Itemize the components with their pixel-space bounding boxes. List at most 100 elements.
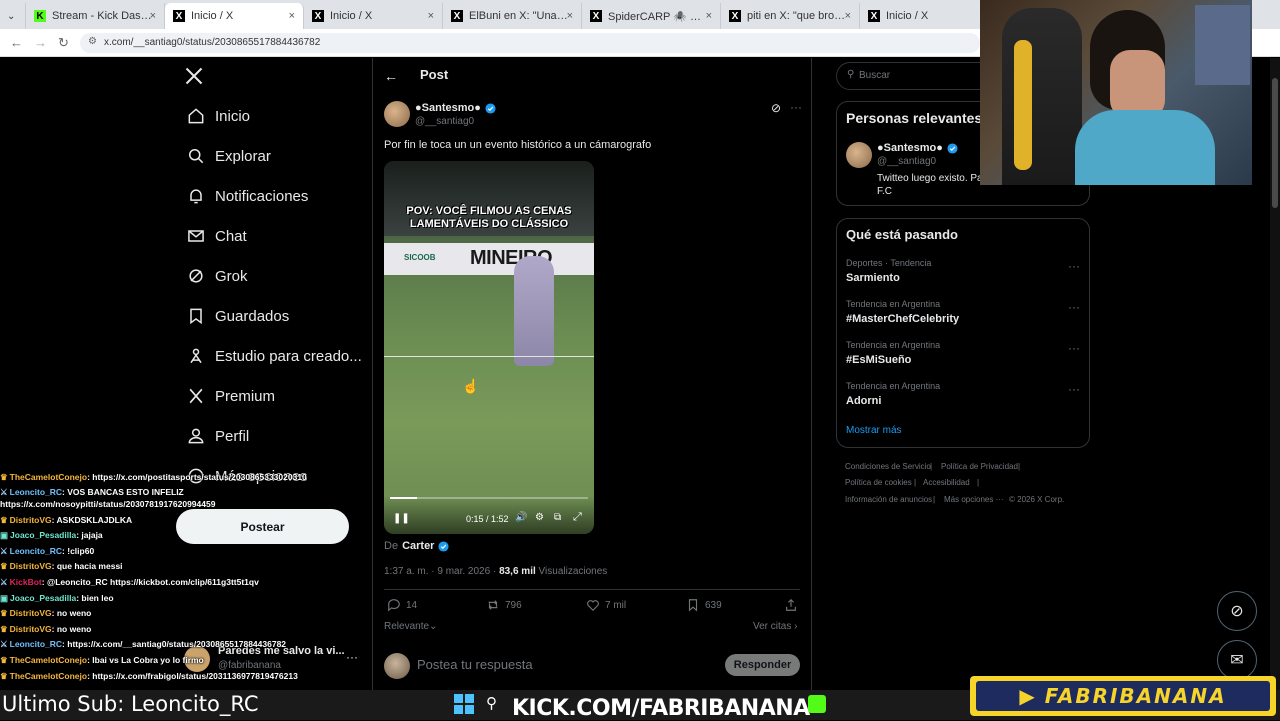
reply-button[interactable]: Responder [725,654,800,676]
browser-tab[interactable]: XInicio / X× [165,3,304,29]
reply-input[interactable]: Postea tu respuesta [417,657,533,672]
search-icon [185,145,207,167]
video-progress-track[interactable] [390,497,588,499]
browser-tab[interactable]: XInicio / X× [860,3,999,29]
sidebar-item-estudio[interactable]: Estudio para creado... [185,341,362,371]
reload-icon[interactable]: ↻ [58,35,69,51]
site-info-icon[interactable]: ⚙ [88,36,97,47]
tab-close-icon[interactable]: × [845,10,851,22]
chat-message: ♛ TheCamelotConejo: https://x.com/frabigo… [0,669,320,685]
sidebar-item-notificaciones[interactable]: Notificaciones [185,181,308,211]
like-action[interactable]: 7 mil [586,598,626,612]
view-quotes-link[interactable]: Ver citas › [753,621,797,632]
pip-icon[interactable]: ⧉ [554,512,561,523]
sidebar-item-chat[interactable]: Chat [185,221,247,251]
attribution-name[interactable]: Carter [402,540,434,552]
sort-dropdown[interactable]: Relevante⌄ [384,621,437,632]
chat-username[interactable]: Joaco_Pesadilla [10,530,76,540]
footer-ads-info[interactable]: Información de anuncios [845,495,932,504]
reply-action[interactable]: 14 [387,598,417,612]
chat-username[interactable]: TheCamelotConejo [10,472,87,482]
trend-item[interactable]: Tendencia en Argentina #EsMiSueño [846,340,940,366]
tab-close-icon[interactable]: × [150,10,156,22]
sidebar-item-premium[interactable]: Premium [185,381,275,411]
chat-username[interactable]: DistritoVG [10,561,52,571]
back-arrow-icon[interactable]: ← [384,68,398,84]
show-more-link[interactable]: Mostrar más [846,425,902,436]
browser-tab[interactable]: X ElBuni en X: "Una kukarda× [443,3,582,29]
pause-icon[interactable]: ❚❚ [393,513,410,524]
tab-close-icon[interactable]: × [428,10,434,22]
chat-username[interactable]: TheCamelotConejo [10,655,87,665]
scrollbar-thumb[interactable] [1272,78,1278,208]
volume-icon[interactable]: 🔊 [515,512,527,523]
chat-username[interactable]: DistritoVG [10,608,52,618]
account-more-icon[interactable]: ··· [346,650,358,664]
trend-more-icon[interactable]: ··· [1068,259,1080,273]
taskbar-search-icon[interactable]: ⚲ [486,694,497,712]
sidebar-item-label: Grok [215,267,248,285]
footer-more-options[interactable]: Más opciones ··· [944,495,1004,504]
footer-cookies[interactable]: Política de cookies [845,478,912,487]
forward-icon[interactable]: → [34,35,47,50]
sword-moon-badge-icon: ⚔ [0,545,8,556]
footer-privacy[interactable]: Política de Privacidad [941,462,1018,471]
relevant-people-title: Personas relevantes [846,110,983,126]
browser-tab[interactable]: Xpiti en X: "que bronca ya× [721,3,860,29]
page-scrollbar[interactable] [1270,58,1280,690]
grok-float-button[interactable]: ⊘ [1217,591,1257,631]
author-name-row[interactable]: ●Santesmo● [415,102,496,114]
sidebar-item-perfil[interactable]: Perfil [185,421,249,451]
sidebar-item-inicio[interactable]: Inicio [185,101,250,131]
browser-tab[interactable]: K Stream - Kick Dashboard× [26,3,165,29]
x-logo-icon[interactable] [184,66,206,88]
browser-tab[interactable]: X SpiderCARP 🕷️ ⚽ en X:× [582,3,721,29]
post-timestamp[interactable]: 1:37 a. m. · 9 mar. 2026 · [384,566,496,577]
trend-more-icon[interactable]: ··· [1068,300,1080,314]
chat-username[interactable]: Leoncito_RC [10,546,62,556]
trend-item[interactable]: Tendencia en Argentina #MasterChefCelebri… [846,299,959,325]
back-icon[interactable]: ← [10,35,23,50]
author-avatar[interactable] [384,101,410,127]
trend-item[interactable]: Tendencia en Argentina Adorni [846,381,940,407]
tab-close-icon[interactable]: × [567,10,573,22]
footer-terms[interactable]: Condiciones de Servicio [845,462,931,471]
settings-icon[interactable]: ⚙ [535,512,544,523]
chat-username[interactable]: DistritoVG [10,624,52,634]
bookmark-action[interactable]: 639 [686,598,722,612]
trend-item[interactable]: Deportes · Tendencia Sarmiento [846,258,931,284]
chat-username[interactable]: DistritoVG [10,515,52,525]
windows-start-icon[interactable] [454,694,474,714]
chat-username[interactable]: KickBot [10,577,42,587]
trend-more-icon[interactable]: ··· [1068,341,1080,355]
relevant-person-avatar[interactable] [846,142,872,168]
tab-close-icon[interactable]: × [706,10,712,22]
grok-explain-icon[interactable]: ⊘ [771,101,781,115]
share-icon [786,598,796,611]
repost-action[interactable]: 796 [486,598,522,612]
browser-tab[interactable]: XInicio / X× [304,3,443,29]
chat-text: https://x.com/postitasports/status/20308… [92,472,307,482]
footer-accessibility[interactable]: Accesibilidad [923,478,970,487]
relevant-person-name-row[interactable]: ●Santesmo● [877,142,958,154]
chat-text: ASKDSKLAJDLKA [56,514,133,525]
post-video[interactable]: SICOOB MINEIRO POV: VOCÊ FILMOU AS CENAS… [384,161,594,534]
tab-close-icon[interactable]: × [289,10,295,22]
sidebar-item-explorar[interactable]: Explorar [185,141,271,171]
trend-more-icon[interactable]: ··· [1068,382,1080,396]
sidebar-item-grok[interactable]: Grok [185,261,248,291]
fullscreen-icon[interactable]: ⤢ [573,511,582,524]
url-field[interactable]: ⚙ x.com/__santiag0/status/20308655178844… [80,33,980,53]
tab-search-button[interactable]: ⌄ [0,3,26,29]
sidebar-item-guardados[interactable]: Guardados [185,301,289,331]
chat-username[interactable]: Leoncito_RC [10,487,62,497]
kick-app-icon[interactable] [808,695,826,713]
share-action[interactable] [784,598,803,612]
messages-float-button[interactable]: ✉ [1217,640,1257,680]
post-more-icon[interactable]: ··· [790,100,802,114]
chat-username[interactable]: Leoncito_RC [10,639,62,649]
chat-text: que hacia messi [56,561,123,572]
chat-username[interactable]: TheCamelotConejo [10,671,87,681]
x-premium-icon [185,385,207,407]
chat-username[interactable]: Joaco_Pesadilla [10,593,76,603]
